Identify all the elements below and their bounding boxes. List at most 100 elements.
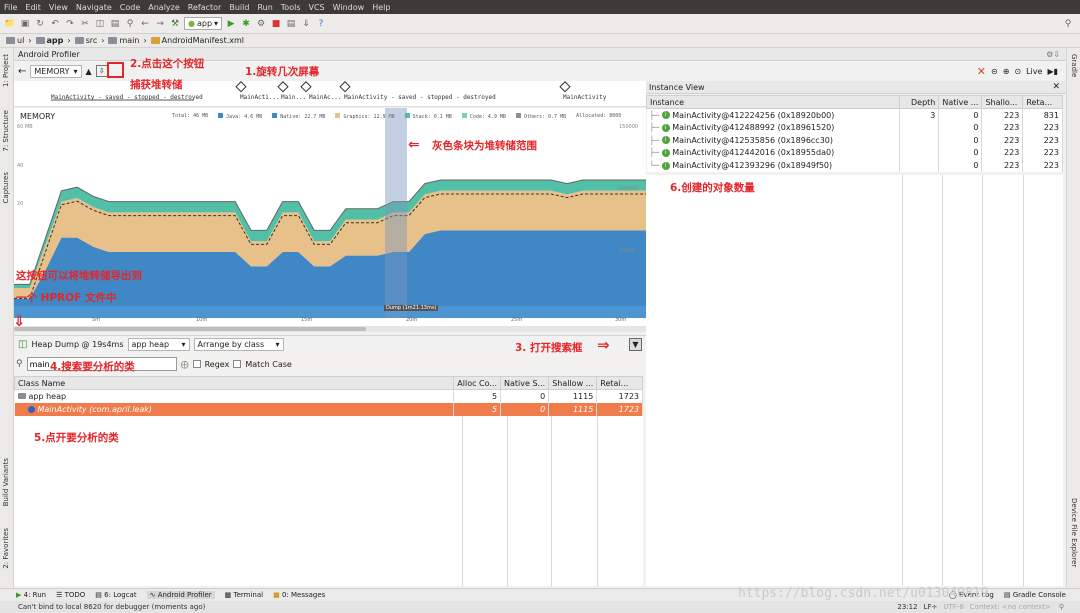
trash-icon[interactable]: ▲ <box>86 67 92 76</box>
tab-run[interactable]: ▶ 4: Run <box>16 591 46 599</box>
instance-row[interactable]: ├─ i MainActivity@412442016 (0x18955da0)… <box>646 146 1063 160</box>
tab-favorites[interactable]: 2: Favorites <box>2 528 10 569</box>
scrollbar-thumb[interactable] <box>14 327 366 331</box>
column-header[interactable]: Class Name <box>13 376 455 390</box>
tab-device-file-explorer[interactable]: Device File Explorer <box>1070 498 1078 567</box>
class-name-cell: MainActivity (com.april.leak) <box>14 402 455 416</box>
file-encoding[interactable]: UTF-8 <box>943 603 963 611</box>
menu-item-build[interactable]: Build <box>229 3 249 12</box>
tab-gradle-console[interactable]: ▤ Gradle Console <box>1004 591 1066 599</box>
match-case-checkbox[interactable] <box>233 360 242 368</box>
menu-item-help[interactable]: Help <box>372 3 390 12</box>
line-separator[interactable]: LF÷ <box>924 603 938 611</box>
close-icon[interactable]: ✕ <box>1052 82 1060 92</box>
monitor-select[interactable]: MEMORY ▾ <box>30 64 82 78</box>
search-everywhere-icon[interactable]: ⚲ <box>1062 18 1074 30</box>
open-folder-icon[interactable]: 📁 <box>4 18 16 30</box>
instance-row[interactable]: ├─ i MainActivity@412488992 (0x18961520)… <box>646 121 1063 134</box>
instance-row[interactable]: ├─ i MainActivity@412224256 (0x18920b00)… <box>646 108 1063 122</box>
search-clear-icon[interactable]: ⨁ <box>181 360 189 369</box>
instance-row[interactable]: └─ i MainActivity@412393296 (0x18949f50)… <box>646 159 1063 172</box>
redo-icon[interactable]: ↷ <box>64 18 76 30</box>
tab-logcat[interactable]: ▤ 6: Logcat <box>95 591 136 599</box>
build-hammer-icon[interactable]: ⚒ <box>169 18 181 30</box>
column-header[interactable]: Depth <box>898 95 940 109</box>
cut-icon[interactable]: ✂ <box>79 18 91 30</box>
cursor-position[interactable]: 23:12 <box>897 603 917 611</box>
save-icon[interactable]: ▣ <box>19 18 31 30</box>
table-row[interactable]: app heap 5 0 1115 1723 <box>14 389 643 403</box>
tab-captures[interactable]: Captures <box>2 172 10 203</box>
debug-icon[interactable]: ✱ <box>240 18 252 30</box>
column-header[interactable]: Alloc Co... <box>453 376 502 390</box>
activity-label: Main... <box>281 94 307 101</box>
timeline-scrollbar[interactable] <box>14 326 646 332</box>
run-config-select[interactable]: ● app ▾ <box>184 17 223 30</box>
breadcrumb-item[interactable]: ul <box>6 36 24 45</box>
sync-icon[interactable]: ↻ <box>34 18 46 30</box>
arrange-select[interactable]: Arrange by class ▾ <box>193 338 284 351</box>
sdk-manager-icon[interactable]: ⇓ <box>300 18 312 30</box>
find-icon[interactable]: ⚲ <box>124 18 136 30</box>
menu-item-edit[interactable]: Edit <box>25 3 41 12</box>
tab-build-variants[interactable]: Build Variants <box>2 458 10 506</box>
copy-icon[interactable]: ◫ <box>94 18 106 30</box>
tab-gradle[interactable]: Gradle <box>1070 54 1078 77</box>
heap-dump-range[interactable] <box>385 108 407 318</box>
back-icon[interactable]: ← <box>139 18 151 30</box>
tab-structure[interactable]: 7: Structure <box>2 110 10 152</box>
column-header[interactable]: Retai... <box>596 376 643 390</box>
heap-select[interactable]: app heap ▾ <box>127 338 190 351</box>
zoom-in-icon[interactable]: ⊕ <box>1003 67 1010 76</box>
play-icon[interactable]: ▶▮ <box>1047 67 1058 76</box>
column-header[interactable]: Shallo... <box>981 95 1024 109</box>
menu-item-view[interactable]: View <box>49 3 68 12</box>
filter-search-button[interactable]: ▼ <box>629 338 642 351</box>
stop-icon[interactable]: ■ <box>270 18 282 30</box>
menu-item-analyze[interactable]: Analyze <box>148 3 180 12</box>
lock-icon[interactable]: ⚲ <box>1059 603 1064 611</box>
undo-icon[interactable]: ↶ <box>49 18 61 30</box>
tab-android-profiler[interactable]: ∿ Android Profiler <box>146 591 215 599</box>
breadcrumb-item[interactable]: main <box>108 36 139 45</box>
live-button[interactable]: Live <box>1026 67 1042 76</box>
instance-row[interactable]: ├─ i MainActivity@412535856 (0x1896cc30)… <box>646 133 1063 147</box>
menu-item-file[interactable]: File <box>4 3 17 12</box>
breadcrumb-item[interactable]: app <box>35 36 63 45</box>
menu-item-navigate[interactable]: Navigate <box>76 3 112 12</box>
tab-messages[interactable]: ■ 0: Messages <box>273 591 325 599</box>
column-header[interactable]: Instance <box>646 95 900 109</box>
breadcrumb-item[interactable]: AndroidManifest.xml <box>150 36 244 45</box>
forward-icon[interactable]: → <box>154 18 166 30</box>
column-header[interactable]: Reta... <box>1022 95 1063 109</box>
menu-item-refactor[interactable]: Refactor <box>188 3 222 12</box>
settings-icon[interactable]: ⚙⇩ <box>1046 50 1060 59</box>
regex-checkbox[interactable] <box>192 360 201 368</box>
menu-item-window[interactable]: Window <box>333 3 365 12</box>
tab-project[interactable]: 1: Project <box>2 54 10 87</box>
back-arrow-icon[interactable]: ← <box>18 66 26 77</box>
breadcrumb-item[interactable]: src <box>74 36 97 45</box>
reset-zoom-icon[interactable]: ⊙ <box>1014 67 1021 76</box>
run-icon[interactable]: ▶ <box>225 18 237 30</box>
instance-name-cell: ├─ i MainActivity@412535856 (0x1896cc30) <box>646 133 900 147</box>
menu-item-tools[interactable]: Tools <box>281 3 301 12</box>
table-row-selected[interactable]: MainActivity (com.april.leak) 5 0 1115 1… <box>14 402 643 416</box>
close-session-icon[interactable]: ✕ <box>977 65 986 78</box>
menu-item-vcs[interactable]: VCS <box>309 3 325 12</box>
heap-dump-button[interactable]: ⇩ <box>95 65 108 77</box>
tab-todo[interactable]: ☰ TODO <box>56 591 85 599</box>
zoom-out-icon[interactable]: ⊝ <box>991 67 998 76</box>
paste-icon[interactable]: ▤ <box>109 18 121 30</box>
avd-manager-icon[interactable]: ▤ <box>285 18 297 30</box>
help-icon[interactable]: ? <box>315 18 327 30</box>
column-header[interactable]: Native ... <box>938 95 983 109</box>
dump-tooltip: Dump (1m21.13ms) <box>384 305 439 311</box>
export-hprof-icon[interactable]: ◫ <box>18 339 27 350</box>
column-header[interactable]: Native S... <box>500 376 550 390</box>
menu-item-code[interactable]: Code <box>120 3 140 12</box>
menu-item-run[interactable]: Run <box>257 3 272 12</box>
attach-debugger-icon[interactable]: ⚙ <box>255 18 267 30</box>
tab-terminal[interactable]: ▩ Terminal <box>225 591 263 599</box>
column-header[interactable]: Shallow ... <box>548 376 598 390</box>
